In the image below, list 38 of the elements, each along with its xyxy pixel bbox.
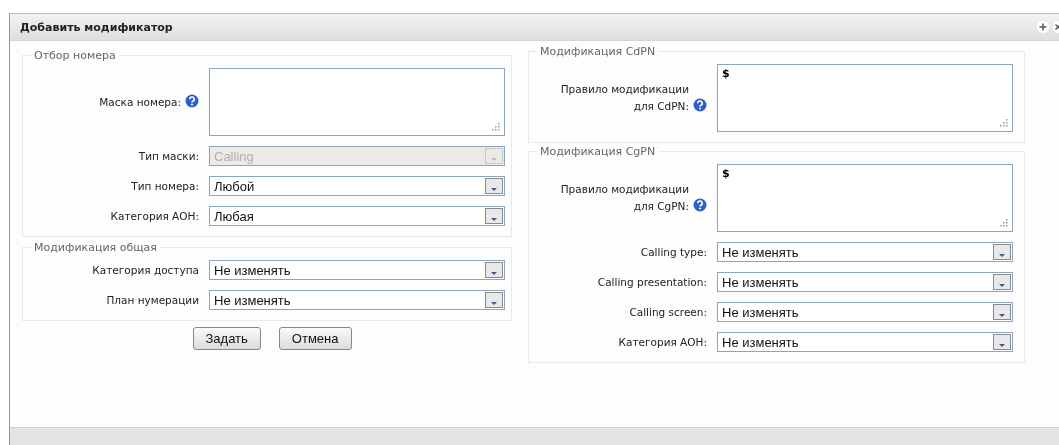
dropdown[interactable]: Не изменять xyxy=(717,242,1013,262)
field-label: Маска номера: xyxy=(99,94,181,110)
field-label: Правило модификации для CgPN: xyxy=(559,182,689,214)
field-label: Calling type: xyxy=(640,244,707,260)
field-label: Тип номера: xyxy=(131,178,199,194)
window-title: Добавить модификатор xyxy=(20,20,174,34)
help-icon[interactable] xyxy=(693,97,707,112)
dropdown[interactable]: Не изменять xyxy=(209,290,505,310)
field-label: Правило модификации для CdPN: xyxy=(559,82,689,114)
field-label: План нумерации xyxy=(106,292,199,308)
resize-grip-icon[interactable] xyxy=(491,122,500,131)
field-label: Категория АОН: xyxy=(618,334,707,350)
resize-grip-icon[interactable] xyxy=(999,218,1008,227)
section-legend: Модификация CdPN xyxy=(537,45,659,58)
help-icon[interactable] xyxy=(693,197,707,212)
help-icon[interactable] xyxy=(185,93,199,108)
field-label: Calling presentation: xyxy=(597,274,707,290)
dropdown[interactable]: Любая xyxy=(209,206,505,226)
dropdown[interactable]: Любой xyxy=(209,176,505,196)
text-area[interactable]: $ xyxy=(717,164,1013,232)
text-area[interactable] xyxy=(209,68,505,136)
field-label: Категория АОН: xyxy=(110,208,199,224)
dropdown[interactable]: Не изменять xyxy=(717,272,1013,292)
close-icon[interactable] xyxy=(1053,21,1059,33)
text-area[interactable]: $ xyxy=(717,64,1013,132)
section-legend: Модификация общая xyxy=(31,241,160,254)
field-label: Категория доступа xyxy=(92,262,199,278)
dropdown[interactable]: Не изменять xyxy=(717,302,1013,322)
field-label: Тип маски: xyxy=(138,148,199,164)
plus-icon[interactable] xyxy=(1037,21,1049,33)
dropdown[interactable]: Не изменять xyxy=(209,260,505,280)
resize-grip-icon[interactable] xyxy=(999,118,1008,127)
dropdown[interactable]: Не изменять xyxy=(717,332,1013,352)
section-legend: Отбор номера xyxy=(31,49,119,62)
dialog-button[interactable]: Отмена xyxy=(278,327,352,350)
field-label: Calling screen: xyxy=(629,304,707,320)
dialog-button[interactable]: Задать xyxy=(192,327,261,350)
section-legend: Модификация CgPN xyxy=(537,145,659,158)
